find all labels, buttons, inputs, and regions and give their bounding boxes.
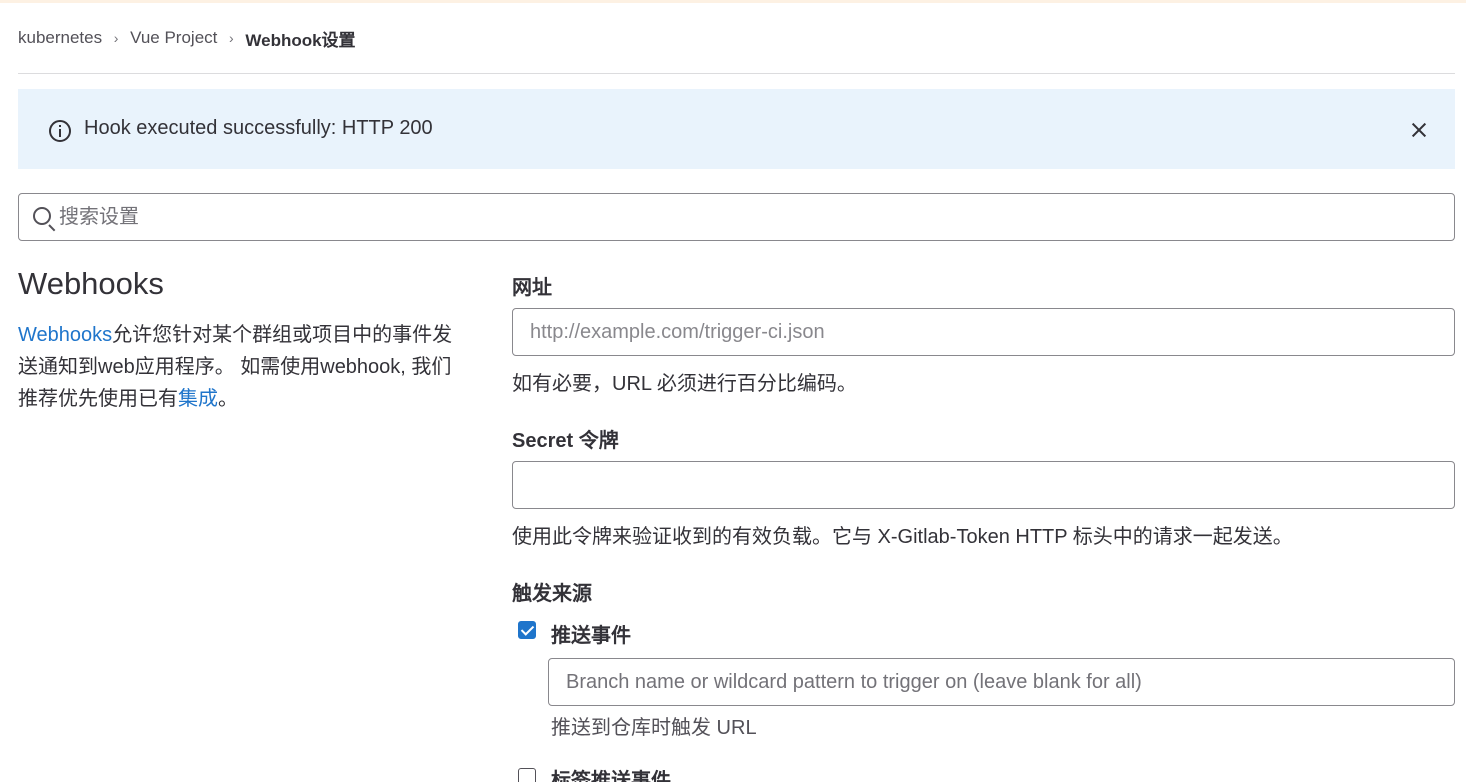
search-icon (33, 207, 51, 225)
breadcrumb-divider (18, 73, 1455, 74)
breadcrumb: kubernetes › Vue Project › Webhook设置 (18, 26, 356, 50)
tag-push-events-label[interactable]: 标签推送事件 (551, 764, 671, 782)
push-events-label[interactable]: 推送事件 (551, 619, 631, 648)
intro-section: Webhooks Webhooks允许您针对某个群组或项目中的事件发送通知到we… (18, 266, 468, 415)
breadcrumb-item-project[interactable]: Vue Project (130, 28, 217, 48)
settings-search (18, 193, 1455, 241)
secret-token-label: Secret 令牌 (512, 430, 619, 452)
close-icon[interactable] (1409, 120, 1429, 140)
url-label: 网址 (512, 277, 552, 299)
section-title: Webhooks (18, 266, 164, 301)
search-input[interactable] (59, 194, 1439, 240)
push-branch-filter-input[interactable] (548, 658, 1455, 706)
breadcrumb-item-group[interactable]: kubernetes (18, 28, 102, 48)
section-description: Webhooks允许您针对某个群组或项目中的事件发送通知到web应用程序。 如需… (18, 319, 468, 415)
secret-token-help: 使用此令牌来验证收到的有效负载。它与 X-Gitlab-Token HTTP 标… (512, 526, 1293, 548)
success-alert: Hook executed successfully: HTTP 200 (18, 89, 1455, 169)
secret-token-input[interactable] (512, 461, 1455, 509)
integrations-link[interactable]: 集成 (178, 388, 218, 410)
top-accent-line (0, 0, 1466, 3)
tag-push-events-checkbox[interactable] (518, 768, 536, 782)
push-events-help: 推送到仓库时触发 URL (551, 717, 757, 739)
url-input[interactable] (512, 308, 1455, 356)
push-events-checkbox[interactable] (518, 621, 536, 639)
description-end: 。 (218, 388, 238, 410)
alert-message: Hook executed successfully: HTTP 200 (84, 117, 433, 139)
chevron-right-icon: › (113, 30, 119, 46)
breadcrumb-item-current[interactable]: Webhook设置 (245, 26, 355, 51)
triggers-label: 触发来源 (512, 583, 592, 605)
info-circle-icon (49, 120, 71, 142)
chevron-right-icon: › (229, 30, 234, 46)
webhooks-link[interactable]: Webhooks (18, 324, 112, 346)
url-help: 如有必要，URL 必须进行百分比编码。 (512, 373, 857, 395)
